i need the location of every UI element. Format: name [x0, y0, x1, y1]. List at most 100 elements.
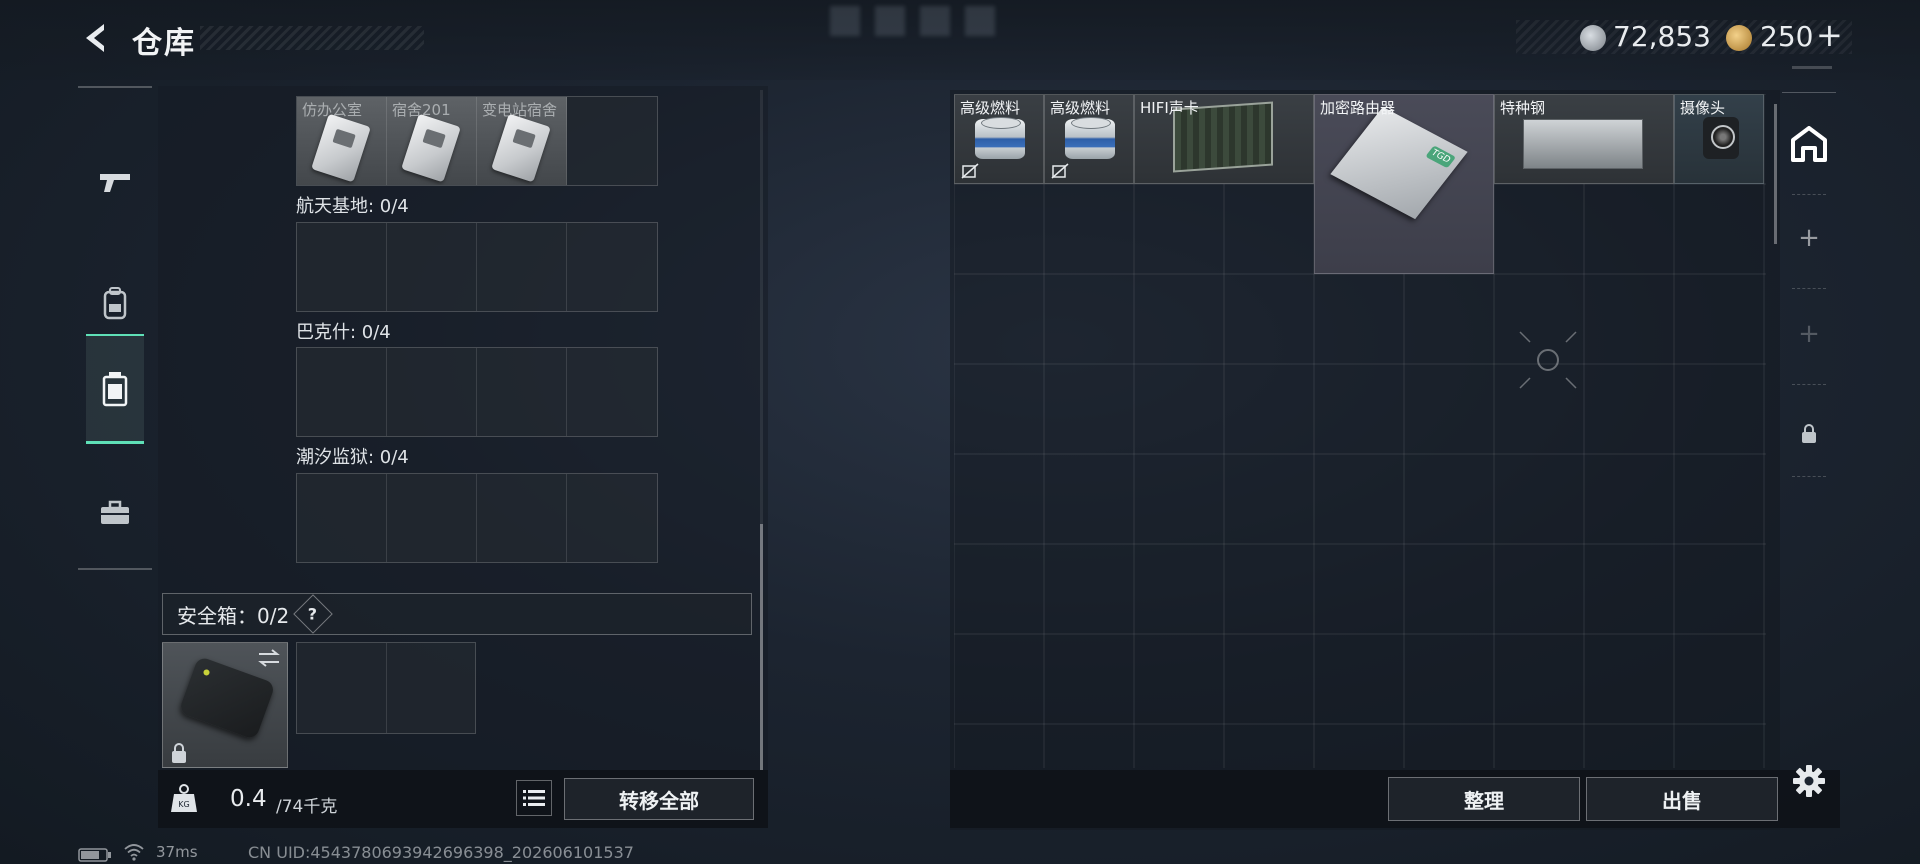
- keycard-icon: [311, 113, 371, 183]
- key-slot[interactable]: 变电站宿舍: [477, 97, 567, 185]
- safebox-slots[interactable]: [296, 642, 476, 734]
- keycard-icon: [491, 113, 551, 183]
- item-name: HIFI声卡: [1140, 99, 1199, 117]
- safebox-label: 安全箱：0/2: [177, 603, 290, 628]
- page-title: 仓库: [132, 26, 196, 61]
- item-name: 特种钢: [1500, 99, 1546, 117]
- key-slot[interactable]: [567, 97, 657, 185]
- ping-text: 37ms: [156, 843, 198, 861]
- section-label: 潮汐监狱: 0/4: [296, 447, 409, 468]
- stash-item-camera[interactable]: 摄像头: [1674, 94, 1764, 184]
- help-icon[interactable]: ?: [293, 594, 333, 634]
- toolbox-icon: [101, 500, 129, 524]
- item-name: 加密路由器: [1320, 99, 1396, 117]
- safebox-header: 安全箱：0/2 ?: [162, 593, 752, 635]
- uid-text: CN UID:4543780693942696398_202606101537: [248, 843, 634, 862]
- key-slot[interactable]: 宿舍201: [387, 97, 477, 185]
- container-icon: [102, 371, 128, 406]
- lock-icon: [1802, 424, 1816, 443]
- key-slot-grid: [296, 347, 658, 437]
- item-name: 摄像头: [1680, 99, 1726, 117]
- stash-house-icon: [1791, 126, 1827, 162]
- key-slot-label: 仿办公室: [302, 101, 363, 119]
- key-slot[interactable]: [477, 223, 567, 311]
- item-name: 高级燃料: [960, 99, 1021, 117]
- list-icon: [523, 790, 545, 806]
- stash-item-sound-card[interactable]: HIFI声卡: [1134, 94, 1314, 184]
- router-icon: [1330, 106, 1468, 220]
- version-hint: [1792, 66, 1832, 69]
- key-slot[interactable]: [567, 348, 657, 436]
- key-slot[interactable]: [387, 223, 477, 311]
- swap-icon[interactable]: [256, 648, 282, 668]
- key-slot-label: 宿舍201: [392, 101, 451, 119]
- list-view-button[interactable]: [516, 780, 552, 816]
- rail-divider: [1792, 476, 1826, 477]
- weight-max: /74千克: [276, 797, 338, 817]
- stash-item-fuel-2[interactable]: 高级燃料: [1044, 94, 1134, 184]
- key-slot[interactable]: [477, 348, 567, 436]
- sell-button[interactable]: 出售: [1586, 777, 1778, 821]
- currency-balance-1: 72,853: [1613, 20, 1711, 53]
- add-stash-page-button[interactable]: +: [1782, 314, 1836, 354]
- section-label: 航天基地: 0/4: [296, 196, 409, 217]
- rail-divider: [1792, 384, 1826, 385]
- currency-balance-2: 250: [1760, 20, 1814, 53]
- left-scrollbar-thumb[interactable]: [760, 524, 763, 770]
- gear-icon[interactable]: [1792, 764, 1826, 798]
- fuel-can-icon: [975, 117, 1025, 159]
- lock-icon: [172, 743, 186, 763]
- help-icon-label: ?: [308, 604, 318, 624]
- category-rail: [78, 86, 152, 570]
- tab-toolbox[interactable]: [86, 478, 144, 548]
- back-arrow-icon[interactable]: [78, 20, 114, 56]
- keycard-icon: [401, 113, 461, 183]
- stash-item-steel[interactable]: 特种钢: [1494, 94, 1674, 184]
- stash-scrollbar-thumb[interactable]: [1774, 104, 1777, 244]
- rail-divider: [1792, 288, 1826, 289]
- steel-icon: [1523, 119, 1643, 169]
- key-slot[interactable]: [567, 223, 657, 311]
- key-slot[interactable]: [387, 474, 477, 562]
- stash-page-button[interactable]: [1782, 116, 1836, 172]
- key-slot[interactable]: [477, 474, 567, 562]
- transfer-all-button[interactable]: 转移全部: [564, 778, 754, 820]
- camera-icon: [1703, 117, 1739, 159]
- svg-text:KG: KG: [178, 800, 189, 809]
- stash-item-router[interactable]: 加密路由器: [1314, 94, 1494, 274]
- sort-button[interactable]: 整理: [1388, 777, 1580, 821]
- section-label: 巴克什: 0/4: [296, 322, 391, 343]
- title-stripe: [200, 26, 424, 50]
- fuel-can-icon: [1065, 117, 1115, 159]
- key-slot-grid: 仿办公室 宿舍201 变电站宿舍: [296, 96, 658, 186]
- item-name: 高级燃料: [1050, 99, 1111, 117]
- tab-weapons[interactable]: [86, 128, 144, 238]
- gold-coin-icon: [1726, 25, 1752, 51]
- no-insurance-icon: [1051, 163, 1069, 179]
- add-stash-page-button[interactable]: +: [1782, 218, 1836, 258]
- ceiling-light: [830, 6, 1010, 36]
- weight-icon: KG: [171, 784, 197, 812]
- key-slot[interactable]: [297, 474, 387, 562]
- battery-icon: [78, 848, 111, 862]
- tab-container[interactable]: [86, 334, 144, 444]
- locked-stash-page[interactable]: [1782, 414, 1836, 454]
- gun-icon: [100, 174, 130, 192]
- no-insurance-icon: [961, 163, 979, 179]
- rail-divider: [1792, 194, 1826, 195]
- stash-item-fuel-1[interactable]: 高级燃料: [954, 94, 1044, 184]
- weight-current: 0.4: [230, 786, 267, 812]
- wifi-icon: [124, 844, 144, 861]
- key-slot[interactable]: [297, 348, 387, 436]
- key-slot-label: 变电站宿舍: [482, 101, 558, 119]
- key-slot-grid: [296, 473, 658, 563]
- key-slot[interactable]: [387, 348, 477, 436]
- key-slot[interactable]: 仿办公室: [297, 97, 387, 185]
- crosshair-icon: [1519, 331, 1577, 389]
- key-slot[interactable]: [297, 223, 387, 311]
- backpack-icon: [103, 287, 127, 320]
- key-slot-grid: [296, 222, 658, 312]
- key-slot[interactable]: [567, 474, 657, 562]
- currency-add-button[interactable]: +: [1816, 16, 1843, 54]
- silver-coin-icon: [1580, 25, 1606, 51]
